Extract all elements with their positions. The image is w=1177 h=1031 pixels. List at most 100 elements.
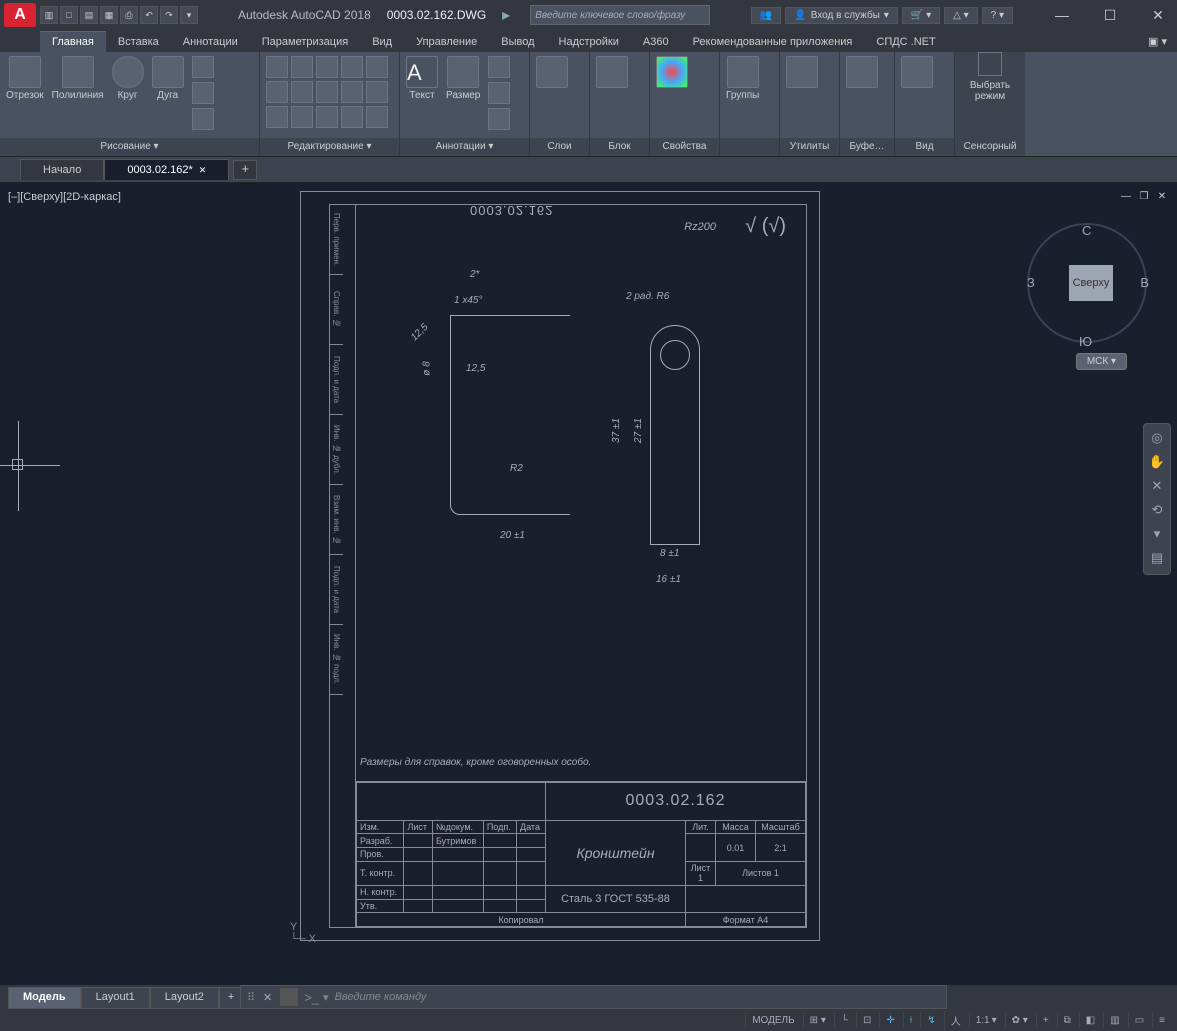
new-doc-button[interactable]: +: [233, 160, 257, 180]
sb-ortho-icon[interactable]: ⊡: [856, 1013, 877, 1028]
trim-button[interactable]: [316, 56, 338, 78]
close-tab-icon[interactable]: ✕: [199, 165, 207, 175]
search-play-icon[interactable]: ▸: [502, 5, 510, 25]
qat-saveas-icon[interactable]: ▦: [100, 6, 118, 24]
tab-view[interactable]: Вид: [360, 32, 404, 52]
panel-clip[interactable]: Буфе…: [840, 138, 894, 156]
sb-grid-icon[interactable]: ⊞ ▾: [803, 1013, 832, 1028]
sb-gear-icon[interactable]: ✿ ▾: [1005, 1013, 1034, 1028]
viewport-label[interactable]: [–][Сверху][2D-каркас]: [8, 191, 121, 203]
viewcube-south[interactable]: Ю: [1079, 334, 1092, 349]
sensory-panel[interactable]: Выбрать режим Сенсорный: [955, 52, 1025, 156]
erase-button[interactable]: [341, 56, 363, 78]
text-button[interactable]: AТекст: [406, 56, 438, 101]
maximize-button[interactable]: ☐: [1095, 7, 1125, 24]
nav-more-icon[interactable]: ▤: [1148, 550, 1166, 568]
panel-utils[interactable]: Утилиты: [780, 138, 839, 156]
viewcube-north[interactable]: С: [1082, 223, 1091, 238]
help-icon[interactable]: ? ▾: [982, 7, 1013, 24]
command-line[interactable]: ⠿ ✕ >_ ▾ Введите команду: [240, 985, 947, 1009]
tab-featured[interactable]: Рекомендованные приложения: [681, 32, 865, 52]
qat-undo-icon[interactable]: ↶: [140, 6, 158, 24]
panel-layers[interactable]: Слои: [530, 138, 589, 156]
offset-button[interactable]: [366, 81, 388, 103]
annot-small-2[interactable]: [488, 82, 510, 104]
ucs-dropdown[interactable]: МСК ▾: [1076, 353, 1127, 370]
circle-button[interactable]: Круг: [112, 56, 144, 101]
utils-button[interactable]: [786, 56, 818, 88]
tab-annotate[interactable]: Аннотации: [171, 32, 250, 52]
panel-draw-title[interactable]: Рисование ▾: [0, 138, 259, 156]
drawing-canvas[interactable]: [–][Сверху][2D-каркас] — ❐ ✕ Сверху С Ю …: [0, 183, 1177, 985]
vp-restore-icon[interactable]: ❐: [1137, 191, 1151, 205]
dimension-button[interactable]: Размер: [446, 56, 480, 101]
layers-button[interactable]: [536, 56, 568, 88]
sb-snap-icon[interactable]: └: [834, 1013, 854, 1028]
stretch-button[interactable]: [266, 106, 288, 128]
close-button[interactable]: ✕: [1143, 7, 1173, 24]
minimize-button[interactable]: —: [1047, 7, 1077, 24]
a360-icon[interactable]: △ ▾: [944, 7, 978, 24]
doc-tab-home[interactable]: Начало: [20, 159, 104, 180]
qat-save-icon[interactable]: ▤: [80, 6, 98, 24]
signin-button[interactable]: 👤 Вход в службы ▾: [785, 7, 898, 24]
sb-model[interactable]: МОДЕЛЬ: [745, 1013, 800, 1028]
modify-btn-14[interactable]: [341, 106, 363, 128]
annot-small-3[interactable]: [488, 108, 510, 130]
doc-tab-active[interactable]: 0003.02.162*✕: [104, 159, 229, 180]
viewcube-face[interactable]: Сверху: [1069, 265, 1113, 301]
tab-home[interactable]: Главная: [40, 31, 106, 52]
groups-button[interactable]: Группы: [726, 56, 759, 101]
qat-more-icon[interactable]: ▾: [180, 6, 198, 24]
zoom-extents-icon[interactable]: ✕: [1148, 478, 1166, 496]
tab-insert[interactable]: Вставка: [106, 32, 171, 52]
layout-tab-1[interactable]: Layout1: [81, 987, 150, 1009]
qat-print-icon[interactable]: ⎙: [120, 6, 138, 24]
sb-annot-icon[interactable]: ◧: [1079, 1013, 1101, 1028]
cmd-grip-icon[interactable]: ⠿: [247, 991, 257, 1004]
infocenter-icon[interactable]: 👥: [751, 7, 781, 24]
draw-small-3[interactable]: [192, 108, 214, 130]
panel-edit-title[interactable]: Редактирование ▾: [260, 138, 399, 156]
explode-button[interactable]: [366, 56, 388, 78]
polyline-button[interactable]: Полилиния: [52, 56, 104, 101]
tab-addins[interactable]: Надстройки: [547, 32, 631, 52]
app-logo[interactable]: A: [4, 3, 36, 27]
draw-small-2[interactable]: [192, 82, 214, 104]
modify-btn-13[interactable]: [316, 106, 338, 128]
vp-minimize-icon[interactable]: —: [1119, 191, 1133, 205]
exchange-icon[interactable]: 🛒 ▾: [902, 7, 940, 24]
modify-btn-15[interactable]: [366, 106, 388, 128]
view-button[interactable]: [901, 56, 933, 88]
scale-button[interactable]: [291, 106, 313, 128]
sb-menu-icon[interactable]: ≡: [1152, 1013, 1171, 1028]
sb-dynucs-icon[interactable]: 人: [944, 1011, 967, 1030]
cmd-chevron-icon[interactable]: ▾: [323, 991, 329, 1004]
props-button[interactable]: [656, 56, 688, 88]
panel-view[interactable]: Вид: [895, 138, 954, 156]
cmd-recent-icon[interactable]: [280, 988, 298, 1006]
tab-spds[interactable]: СПДС .NET: [864, 32, 947, 52]
array-button[interactable]: [341, 81, 363, 103]
viewcube-west[interactable]: З: [1027, 275, 1035, 290]
block-button[interactable]: [596, 56, 628, 88]
showmotion-icon[interactable]: ▾: [1148, 526, 1166, 544]
arc-button[interactable]: Дуга: [152, 56, 184, 101]
tab-parametric[interactable]: Параметризация: [250, 32, 360, 52]
sb-iso-icon[interactable]: ⧉: [1057, 1013, 1077, 1028]
sb-plus-icon[interactable]: +: [1036, 1013, 1055, 1028]
orbit-icon[interactable]: ⟲: [1148, 502, 1166, 520]
qat-open-icon[interactable]: □: [60, 6, 78, 24]
viewcube-east[interactable]: В: [1140, 275, 1149, 290]
qat-new-icon[interactable]: ▥: [40, 6, 58, 24]
cmd-close-icon[interactable]: ✕: [263, 991, 272, 1004]
layout-tab-2[interactable]: Layout2: [150, 987, 219, 1009]
copy-button[interactable]: [266, 81, 288, 103]
tab-output[interactable]: Вывод: [489, 32, 546, 52]
clipboard-button[interactable]: [846, 56, 878, 88]
qat-redo-icon[interactable]: ↷: [160, 6, 178, 24]
pan-icon[interactable]: ✋: [1148, 454, 1166, 472]
sb-scale[interactable]: 1:1 ▾: [969, 1013, 1003, 1028]
viewcube[interactable]: Сверху С Ю В З: [1027, 223, 1147, 343]
mirror-button[interactable]: [291, 81, 313, 103]
